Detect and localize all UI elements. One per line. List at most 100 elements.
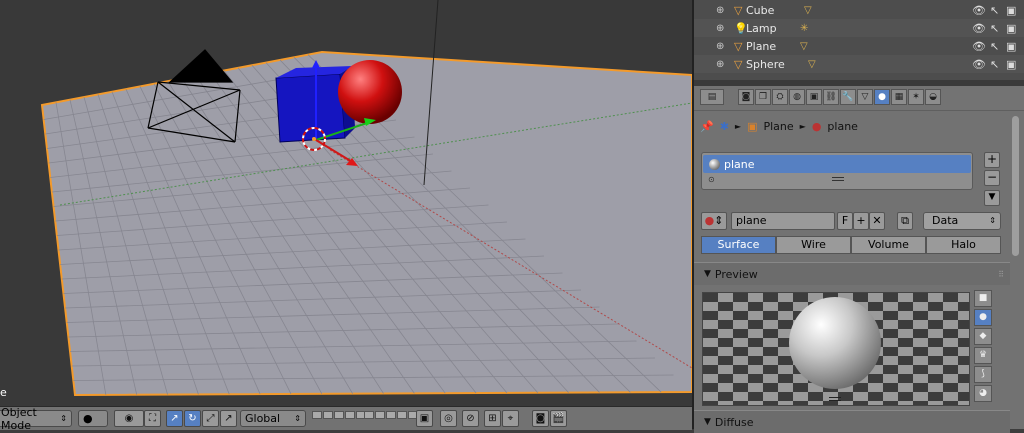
render-camera-icon[interactable]: ▣	[1006, 58, 1016, 71]
drag-grip-icon[interactable]: ⠿	[998, 270, 1004, 279]
data-tab-icon[interactable]: ▽	[857, 89, 873, 105]
tab-volume[interactable]: Volume	[851, 236, 926, 254]
tab-halo[interactable]: Halo	[926, 236, 1001, 254]
visibility-eye-icon[interactable]: 👁	[972, 40, 986, 53]
mesh-object-icon: ▽	[734, 57, 743, 71]
material-type-tabs: Surface Wire Volume Halo	[701, 236, 1001, 254]
link-mode-icon[interactable]: ⧉	[897, 212, 913, 230]
expand-icon[interactable]: ⊕	[716, 23, 724, 34]
outliner-row-lamp[interactable]: ⊕ 💡 Lamp ✳ 👁 ↖ ▣	[694, 19, 1024, 37]
particles-tab-icon[interactable]: ✶	[908, 89, 924, 105]
unlink-material-button[interactable]: ✕	[869, 212, 885, 230]
manipulator-arrow-icon[interactable]: ↗	[220, 410, 237, 427]
properties-scrollbar[interactable]	[1012, 116, 1019, 256]
render-layers-tab-icon[interactable]: ❐	[755, 89, 771, 105]
preview-hair-icon[interactable]: ⟆	[974, 366, 992, 383]
preview-resize-grip[interactable]	[829, 397, 841, 401]
remove-slot-button[interactable]: −	[984, 170, 1000, 186]
material-slot-item[interactable]: plane	[703, 155, 971, 173]
viewport-object-label: e	[0, 386, 7, 399]
outliner-row-sphere[interactable]: ⊕ ▽ Sphere ▽ 👁 ↖ ▣	[694, 55, 1024, 73]
proportional-edit-icon[interactable]: ◎	[440, 410, 457, 427]
scene-canvas[interactable]	[0, 0, 692, 406]
pivot-point-selector[interactable]: ◉	[114, 410, 144, 427]
preview-panel-header[interactable]: ▼ Preview ⠿	[694, 262, 1010, 285]
render-camera-icon[interactable]: ▣	[1006, 4, 1016, 17]
updown-icon: ⇕	[989, 216, 996, 225]
viewport-shading-selector[interactable]: ●	[78, 410, 108, 427]
preview-plane-icon[interactable]: ■	[974, 290, 992, 307]
properties-editor[interactable]: ▤ ◙ ❐ ⛭ ◍ ▣ ⛓ 🔧 ▽ ● ▦ ✶ ◒ 📌 ✱ ► ▣ Plane …	[694, 86, 1024, 433]
scale-manipulator-icon[interactable]: ⤢	[202, 410, 219, 427]
fake-user-button[interactable]: F	[837, 212, 853, 230]
breadcrumb-material: plane	[827, 120, 858, 133]
rotate-manipulator-icon[interactable]: ↻	[184, 410, 201, 427]
texture-tab-icon[interactable]: ▦	[891, 89, 907, 105]
material-name-field[interactable]: plane	[731, 212, 835, 230]
breadcrumb-object: Plane	[763, 120, 794, 133]
manipulator-toggle-icon[interactable]: ⛶	[144, 410, 161, 427]
visibility-eye-icon[interactable]: 👁	[972, 4, 986, 17]
expand-icon[interactable]: ⊕	[716, 59, 724, 70]
render-image-icon[interactable]: ◙	[532, 410, 549, 427]
scene-layers-group-2[interactable]	[364, 411, 418, 426]
slot-dot-icon: ⊙	[708, 175, 715, 184]
select-cursor-icon[interactable]: ↖	[990, 40, 999, 53]
physics-tab-icon[interactable]: ◒	[925, 89, 941, 105]
render-tab-icon[interactable]: ◙	[738, 89, 754, 105]
mesh-data-icon[interactable]: ▽	[808, 59, 816, 70]
tab-wire[interactable]: Wire	[776, 236, 851, 254]
select-cursor-icon[interactable]: ↖	[990, 22, 999, 35]
lamp-data-icon[interactable]: ✳	[800, 23, 808, 34]
new-material-button[interactable]: +	[853, 212, 869, 230]
preview-cube-icon[interactable]: ◆	[974, 328, 992, 345]
snap-target-icon[interactable]: ⌖	[502, 410, 519, 427]
mesh-data-icon[interactable]: ▽	[800, 41, 808, 52]
snap-element-icon[interactable]: ⊞	[484, 410, 501, 427]
render-camera-icon[interactable]: ▣	[1006, 40, 1016, 53]
outliner[interactable]: ⊕ ▽ Cube ▽ 👁 ↖ ▣ ⊕ 💡 Lamp ✳ 👁 ↖ ▣ ⊕ ▽ Pl…	[694, 0, 1024, 80]
preview-sphere-icon[interactable]: ●	[974, 309, 992, 326]
expand-icon[interactable]: ⊕	[716, 41, 724, 52]
material-browse-button[interactable]: ●⇕	[701, 212, 727, 230]
diffuse-panel-header[interactable]: ▼ Diffuse	[694, 410, 1010, 433]
mesh-data-icon[interactable]: ▽	[804, 5, 812, 16]
orientation-label: Global	[245, 412, 281, 425]
translate-manipulator-icon[interactable]: ↗	[166, 410, 183, 427]
pin-icon[interactable]: 📌	[700, 120, 714, 133]
scene-tab-icon[interactable]: ⛭	[772, 89, 788, 105]
editor-type-icon[interactable]: ▤	[700, 89, 724, 105]
expand-icon[interactable]: ⊕	[716, 5, 724, 16]
outliner-row-cube[interactable]: ⊕ ▽ Cube ▽ 👁 ↖ ▣	[694, 1, 1024, 19]
object-tab-icon[interactable]: ▣	[806, 89, 822, 105]
render-animation-icon[interactable]: 🎬	[550, 410, 567, 427]
slot-specials-button[interactable]: ▼	[984, 190, 1000, 206]
list-resize-grip[interactable]	[832, 177, 844, 181]
outliner-item-label: Lamp	[746, 21, 777, 35]
visibility-eye-icon[interactable]: 👁	[972, 58, 986, 71]
tab-surface[interactable]: Surface	[701, 236, 776, 254]
material-sphere-icon	[709, 158, 720, 170]
render-camera-icon[interactable]: ▣	[1006, 22, 1016, 35]
mode-selector[interactable]: Object Mode ⇕	[0, 406, 72, 432]
material-datablock-row: ●⇕ plane F + ✕ ⧉ Data ⇕	[701, 212, 1001, 232]
transform-orientation-selector[interactable]: Global ⇕	[240, 410, 306, 427]
lock-camera-icon[interactable]: ▣	[416, 410, 433, 427]
world-tab-icon[interactable]: ◍	[789, 89, 805, 105]
material-slot-list[interactable]: plane ⊙	[701, 152, 973, 190]
visibility-eye-icon[interactable]: 👁	[972, 22, 986, 35]
3d-viewport[interactable]: e	[0, 0, 692, 406]
scene-layers-group-1[interactable]	[312, 411, 366, 426]
diffuse-panel-title: Diffuse	[714, 415, 754, 429]
snap-toggle-icon[interactable]: ⊘	[462, 410, 479, 427]
outliner-row-plane[interactable]: ⊕ ▽ Plane ▽ 👁 ↖ ▣	[694, 37, 1024, 55]
add-slot-button[interactable]: +	[984, 152, 1000, 168]
preview-monkey-icon[interactable]: ♛	[974, 347, 992, 364]
constraints-tab-icon[interactable]: ⛓	[823, 89, 839, 105]
link-data-selector[interactable]: Data ⇕	[923, 212, 1001, 230]
select-cursor-icon[interactable]: ↖	[990, 58, 999, 71]
modifiers-tab-icon[interactable]: 🔧	[840, 89, 856, 105]
select-cursor-icon[interactable]: ↖	[990, 4, 999, 17]
material-tab-icon[interactable]: ●	[874, 89, 890, 105]
preview-sky-icon[interactable]: ◕	[974, 385, 992, 402]
